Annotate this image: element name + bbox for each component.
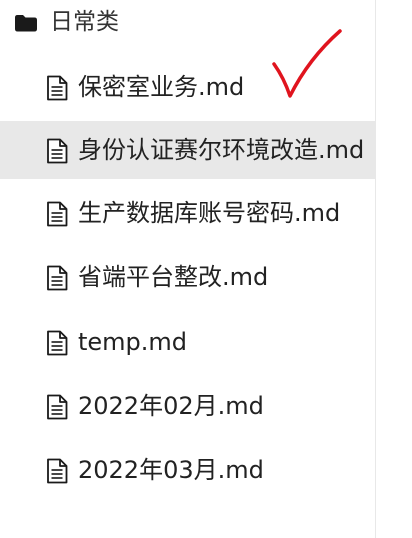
file-label: 保密室业务.md xyxy=(78,73,245,101)
folder-icon xyxy=(15,15,37,32)
file-item[interactable]: 生产数据库账号密码.md xyxy=(0,184,375,242)
file-item[interactable]: 保密室业务.md xyxy=(0,58,375,116)
panel-divider xyxy=(375,0,376,538)
document-icon xyxy=(47,75,68,101)
document-icon xyxy=(47,201,68,227)
file-label: 省端平台整改.md xyxy=(78,263,269,291)
document-icon xyxy=(47,265,68,291)
file-label: 身份认证赛尔环境改造.md xyxy=(78,136,365,164)
document-icon xyxy=(47,138,68,164)
folder-row-daily[interactable]: 日常类 xyxy=(0,0,375,46)
file-label: 2022年02月.md xyxy=(78,392,264,420)
file-label: 生产数据库账号密码.md xyxy=(78,199,341,227)
file-label: temp.md xyxy=(78,328,188,356)
file-item[interactable]: temp.md xyxy=(0,313,375,371)
file-item[interactable]: 省端平台整改.md xyxy=(0,248,375,306)
document-icon xyxy=(47,394,68,420)
file-item-selected[interactable]: 身份认证赛尔环境改造.md xyxy=(0,121,375,179)
document-icon xyxy=(47,458,68,484)
file-item[interactable]: 2022年02月.md xyxy=(0,377,375,435)
file-tree: 日常类 保密室业务.md 身份认证赛尔环境改造.md 生产数据库账号密码.md … xyxy=(0,0,375,538)
folder-label: 日常类 xyxy=(50,9,119,35)
file-label: 2022年03月.md xyxy=(78,456,264,484)
file-tree-panel: 日常类 保密室业务.md 身份认证赛尔环境改造.md 生产数据库账号密码.md … xyxy=(0,0,412,538)
file-item[interactable]: 2022年03月.md xyxy=(0,441,375,499)
document-icon xyxy=(47,330,68,356)
